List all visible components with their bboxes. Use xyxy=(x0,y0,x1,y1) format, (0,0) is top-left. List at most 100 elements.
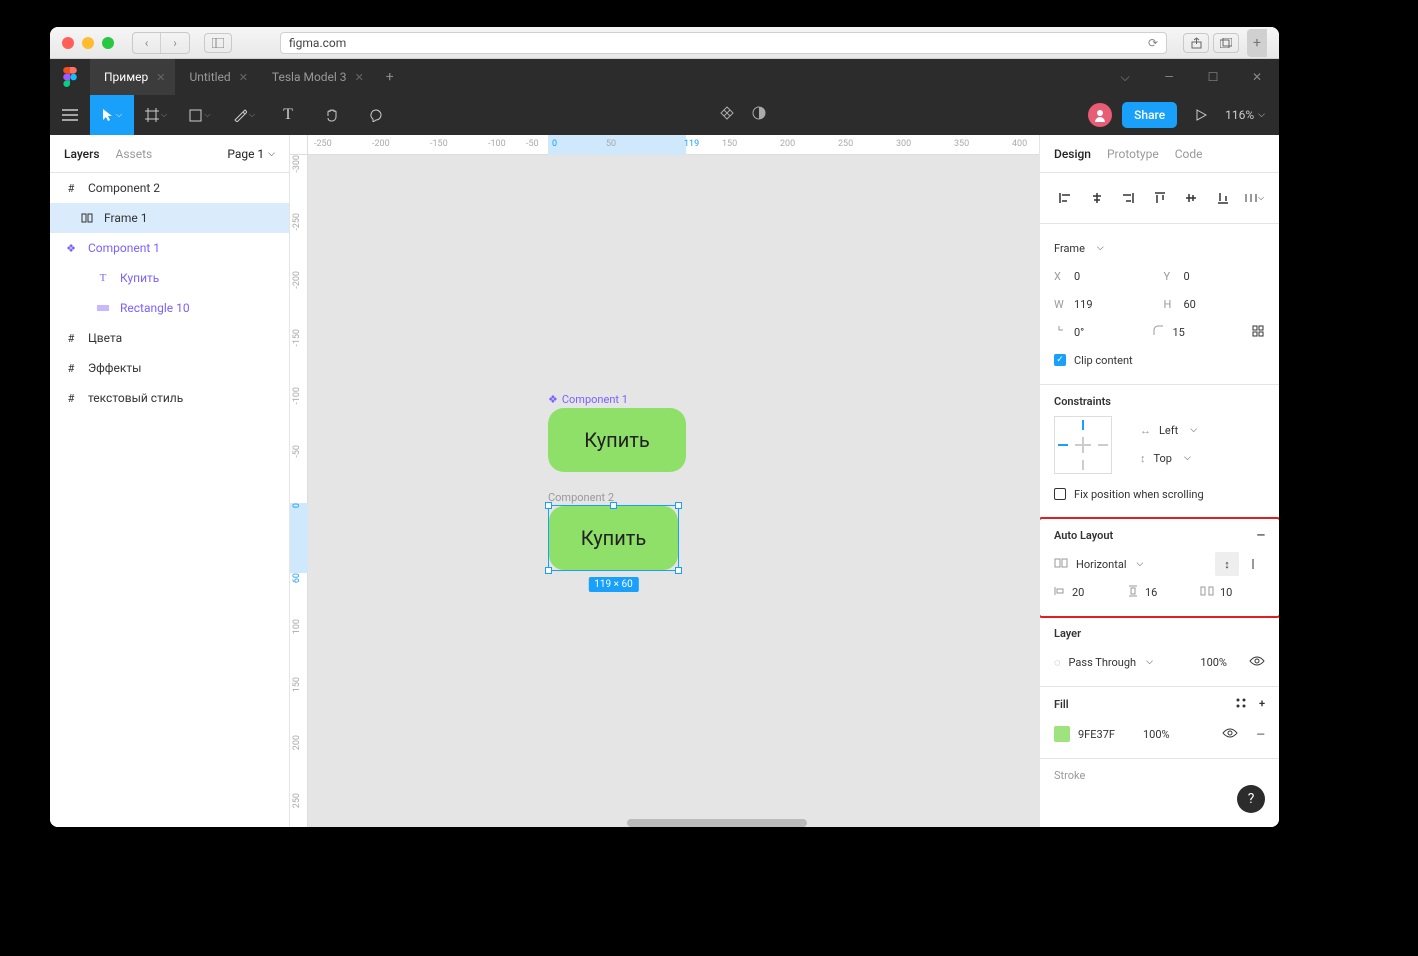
move-tool[interactable]: ⌵ xyxy=(90,95,134,135)
h-input[interactable]: 60 xyxy=(1184,298,1266,311)
layer-colors[interactable]: # Цвета xyxy=(50,323,289,353)
figma-tab-3[interactable]: Tesla Model 3 ✕ xyxy=(258,59,374,95)
distribute-button[interactable]: ⌵ xyxy=(1243,187,1265,209)
component-1-label[interactable]: ❖ Component 1 xyxy=(548,393,628,406)
component-1-button[interactable]: Купить xyxy=(548,408,686,472)
remove-fill-button[interactable]: — xyxy=(1256,728,1265,741)
page-selector[interactable]: Page 1⌵ xyxy=(227,147,275,161)
dropdown-button[interactable]: ⌵ xyxy=(1103,59,1147,95)
x-input[interactable]: 0 xyxy=(1074,270,1156,283)
fill-hex-input[interactable]: 9FE37F xyxy=(1078,728,1115,741)
close-icon[interactable]: ✕ xyxy=(239,71,248,84)
layer-rectangle-10[interactable]: Rectangle 10 xyxy=(50,293,289,323)
resize-handle-sw[interactable] xyxy=(545,567,552,574)
minimize-window-button[interactable] xyxy=(82,37,94,49)
rotation-input[interactable]: 0° xyxy=(1074,326,1145,339)
layer-frame-1[interactable]: Frame 1 xyxy=(50,203,289,233)
mask-icon[interactable] xyxy=(751,105,767,125)
tab-code[interactable]: Code xyxy=(1175,147,1203,161)
tab-layers[interactable]: Layers xyxy=(64,147,100,161)
window-controls: ⌵ — ☐ ✕ xyxy=(1103,59,1279,95)
selection-outline[interactable]: Купить 119 × 60 xyxy=(548,505,679,571)
add-tab-button[interactable]: + xyxy=(374,69,406,85)
align-left-button[interactable] xyxy=(1054,187,1076,209)
constraints-widget[interactable] xyxy=(1054,416,1112,474)
hand-tool[interactable] xyxy=(310,95,354,135)
minimize-button[interactable]: — xyxy=(1147,59,1191,95)
user-avatar[interactable] xyxy=(1088,103,1112,127)
align-vcenter-button[interactable] xyxy=(1180,187,1202,209)
comment-tool[interactable] xyxy=(354,95,398,135)
zoom-control[interactable]: 116% ⌵ xyxy=(1225,108,1265,122)
tab-assets[interactable]: Assets xyxy=(116,147,153,161)
back-button[interactable]: ‹ xyxy=(133,33,161,53)
align-top-button[interactable] xyxy=(1149,187,1171,209)
opacity-input[interactable]: 100% xyxy=(1200,656,1227,669)
help-button[interactable]: ? xyxy=(1237,785,1265,813)
close-icon[interactable]: ✕ xyxy=(156,71,165,84)
share-browser-button[interactable] xyxy=(1183,33,1209,53)
visibility-toggle[interactable] xyxy=(1249,655,1265,670)
sidebar-toggle[interactable] xyxy=(204,33,232,53)
layer-component-1[interactable]: ❖ Component 1 xyxy=(50,233,289,263)
fix-position-checkbox[interactable] xyxy=(1054,488,1066,500)
close-button[interactable]: ✕ xyxy=(1235,59,1279,95)
w-input[interactable]: 119 xyxy=(1074,298,1156,311)
reload-icon[interactable]: ⟳ xyxy=(1148,36,1158,50)
add-fill-button[interactable]: + xyxy=(1259,697,1265,712)
tab-design[interactable]: Design xyxy=(1054,147,1091,161)
url-bar[interactable]: figma.com ⟳ xyxy=(280,32,1167,54)
share-button[interactable]: Share xyxy=(1122,102,1177,128)
figma-tab-2[interactable]: Untitled ✕ xyxy=(175,59,257,95)
resize-handle-nw[interactable] xyxy=(545,502,552,509)
component-2-button[interactable]: Купить xyxy=(549,506,678,570)
horizontal-scrollbar[interactable] xyxy=(627,819,807,827)
new-tab-button[interactable]: + xyxy=(1247,29,1267,57)
canvas-inner[interactable]: ❖ Component 1 Купить Component 2 Купить xyxy=(308,155,1039,827)
tabs-browser-button[interactable] xyxy=(1213,33,1239,53)
fill-opacity-input[interactable]: 100% xyxy=(1143,728,1170,741)
maximize-button[interactable]: ☐ xyxy=(1191,59,1235,95)
y-input[interactable]: 0 xyxy=(1184,270,1266,283)
present-button[interactable] xyxy=(1187,95,1215,135)
v-constraint-icon: ↕ xyxy=(1140,452,1146,465)
align-bottom-button[interactable] xyxy=(1212,187,1234,209)
text-tool[interactable]: T xyxy=(266,95,310,135)
component-icon[interactable] xyxy=(719,105,735,125)
pen-tool[interactable]: ⌵ xyxy=(222,95,266,135)
align-right-button[interactable] xyxy=(1117,187,1139,209)
h-constraint-select[interactable]: Left xyxy=(1159,424,1178,437)
layer-text-style[interactable]: # текстовый стиль xyxy=(50,383,289,413)
close-window-button[interactable] xyxy=(62,37,74,49)
radius-input[interactable]: 15 xyxy=(1173,326,1244,339)
frame-type-select[interactable]: Frame xyxy=(1054,242,1085,255)
blend-mode-select[interactable]: Pass Through xyxy=(1069,656,1137,669)
fill-visibility-toggle[interactable] xyxy=(1222,727,1238,742)
layer-component-2[interactable]: # Component 2 xyxy=(50,173,289,203)
main-menu-button[interactable] xyxy=(50,95,90,135)
rotation-icon xyxy=(1054,325,1068,339)
v-constraint-select[interactable]: Top xyxy=(1154,452,1172,465)
resize-handle-n[interactable] xyxy=(610,502,617,509)
clip-content-checkbox[interactable]: ✓ xyxy=(1054,354,1066,366)
independent-corners-button[interactable] xyxy=(1251,324,1265,341)
layer-effects[interactable]: # Эффекты xyxy=(50,353,289,383)
figma-logo[interactable] xyxy=(50,59,90,95)
style-button[interactable] xyxy=(1235,697,1247,712)
forward-button[interactable]: › xyxy=(161,33,189,53)
close-icon[interactable]: ✕ xyxy=(355,71,364,84)
maximize-window-button[interactable] xyxy=(102,37,114,49)
layer-text-buy[interactable]: T Купить xyxy=(50,263,289,293)
resize-handle-ne[interactable] xyxy=(675,502,682,509)
frame-tool[interactable]: ⌵ xyxy=(134,95,178,135)
tab-prototype[interactable]: Prototype xyxy=(1107,147,1159,161)
align-hcenter-button[interactable] xyxy=(1086,187,1108,209)
canvas[interactable]: -250 -200 -150 -100 -50 0 50 119 150 200… xyxy=(290,135,1039,827)
figma-tab-1[interactable]: Пример ✕ xyxy=(90,59,175,95)
component-2-label[interactable]: Component 2 xyxy=(548,491,614,504)
fill-color-swatch[interactable] xyxy=(1054,726,1070,742)
shape-tool[interactable]: ⌵ xyxy=(178,95,222,135)
chevron-down-icon: ⌵ xyxy=(1258,193,1264,203)
resize-handle-se[interactable] xyxy=(675,567,682,574)
ruler-tick: -250 xyxy=(292,213,302,231)
